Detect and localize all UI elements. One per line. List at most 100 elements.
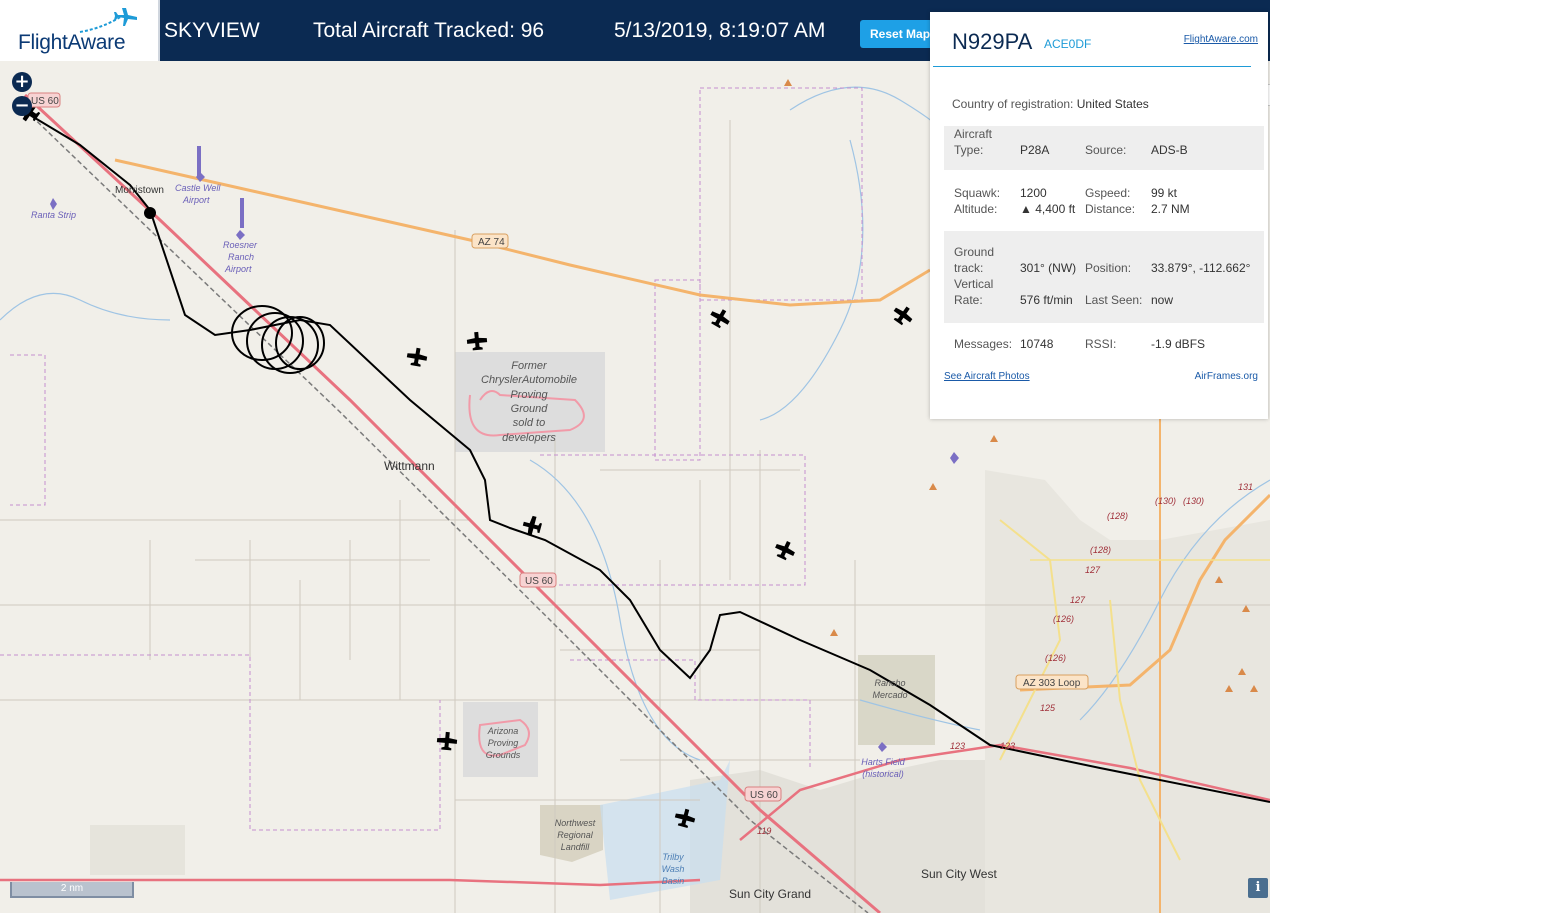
info-button[interactable]: i [1248, 878, 1268, 898]
aircraft-info-panel: N929PA ACE0DF FlightAware.com Country of… [930, 12, 1268, 419]
place-label: Sun City West [921, 867, 997, 881]
place-label: Rancho [874, 678, 905, 688]
route-number: 131 [1238, 482, 1253, 492]
aircraft-icon[interactable] [406, 346, 429, 367]
route-number: (126) [1045, 653, 1066, 663]
place-label: ChryslerAutomobile [481, 374, 577, 386]
position-value: 33.879°, -112.662° [1151, 261, 1251, 275]
squawk-label: Squawk: [954, 186, 1001, 200]
place-label: Arizona [487, 726, 519, 736]
aircraft-photos-link[interactable]: See Aircraft Photos [944, 371, 1030, 382]
place-label: developers [502, 432, 556, 444]
road-label: US 60 [750, 790, 778, 801]
vrate-value: 576 ft/min [1020, 293, 1073, 307]
place-label: Ground [511, 403, 549, 415]
hex-code: ACE0DF [1044, 37, 1092, 51]
distance-value: 2.7 NM [1151, 202, 1190, 216]
rssi-value: -1.9 dBFS [1151, 337, 1206, 351]
timestamp: 5/13/2019, 8:19:07 AM [614, 19, 826, 42]
west-urban-area [90, 825, 185, 875]
site-name: SKYVIEW [164, 19, 260, 42]
route-number: (128) [1090, 545, 1111, 555]
messages-section: Messages: 10748 RSSI: -1.9 dBFS [944, 330, 1264, 354]
road-label: US 60 [525, 576, 553, 587]
route-number: 123 [1000, 741, 1015, 751]
track-label-line1: Ground [954, 245, 995, 259]
place-label: Regional [557, 830, 594, 840]
country-row: Country of registration: United States [952, 97, 1149, 111]
aircraft-icon[interactable] [890, 302, 917, 328]
airplane-logo-icon [79, 8, 137, 33]
route-number: 119 [757, 826, 771, 836]
route-number: 125 [1040, 703, 1056, 713]
place-label: Morristown [115, 185, 164, 196]
lastseen-label: Last Seen: [1085, 293, 1143, 307]
aircraft-icon[interactable] [466, 331, 488, 351]
track-section: Ground track: 301° (NW) Position: 33.879… [944, 231, 1264, 323]
type-section: Aircraft Type: P28A Source: ADS-B [944, 126, 1264, 170]
route-number: 127 [1070, 595, 1086, 605]
zoom-in-button[interactable]: + [12, 72, 32, 92]
altitude-value: ▲ 4,400 ft [1020, 202, 1076, 216]
registration: N929PA [952, 29, 1033, 54]
aircraft-icon[interactable] [521, 514, 544, 538]
flightaware-logo[interactable]: FlightAware [0, 0, 160, 61]
zoom-out-button[interactable]: − [12, 96, 32, 116]
divider [933, 66, 1251, 67]
place-label: Harts Field [861, 757, 906, 767]
road-label: AZ 74 [478, 237, 505, 248]
aircraft-icon[interactable] [707, 305, 733, 331]
messages-label: Messages: [954, 337, 1013, 351]
blank-margin [1270, 0, 1548, 913]
place-label: Wash [662, 864, 685, 874]
gspeed-label: Gspeed: [1085, 186, 1131, 200]
place-label: Former [511, 360, 548, 372]
distance-label: Distance: [1085, 202, 1136, 216]
place-label: (historical) [862, 769, 904, 779]
logo-text: FlightAware [18, 31, 126, 54]
source-value: ADS-B [1151, 143, 1188, 157]
place-label: Wittmann [384, 459, 435, 473]
place-label: Proving [488, 738, 519, 748]
place-label: sold to [513, 417, 545, 429]
total-aircraft-count: Total Aircraft Tracked: 96 [313, 19, 545, 42]
airframes-link[interactable]: AirFrames.org [1195, 371, 1258, 382]
place-label: Trilby [662, 852, 684, 862]
messages-value: 10748 [1020, 337, 1054, 351]
place-label: Proving [510, 389, 548, 401]
altitude-label: Altitude: [954, 202, 998, 216]
place-label: Ranta Strip [31, 210, 76, 220]
vrate-label-line2: Rate: [954, 293, 983, 307]
place-label: Northwest [555, 818, 596, 828]
rssi-label: RSSI: [1085, 337, 1117, 351]
place-label: Grounds [486, 750, 521, 760]
vrate-label-line1: Vertical [954, 277, 994, 291]
squawk-section: Squawk: 1200 Gspeed: 99 kt Altitude: ▲ 4… [944, 180, 1264, 226]
road-label: US 60 [31, 96, 59, 107]
place-label: Ranch [228, 252, 254, 262]
place-label: Airport [182, 195, 210, 205]
track-origin-dot [144, 207, 156, 219]
place-label: Castle Well [175, 183, 221, 193]
place-label: Sun City Grand [729, 887, 811, 901]
track-label-line2: track: [954, 261, 984, 275]
rancho-area [858, 655, 935, 745]
place-label: Mercado [872, 690, 907, 700]
flightaware-link[interactable]: FlightAware.com [1184, 34, 1258, 45]
az74-road [114, 158, 931, 307]
country-label: Country of registration: [952, 97, 1074, 111]
place-label: Landfill [561, 842, 591, 852]
source-label: Source: [1085, 143, 1127, 157]
type-label-line2: Type: [954, 143, 984, 157]
type-value: P28A [1020, 143, 1050, 157]
route-number: (130) [1155, 496, 1176, 506]
route-number: 123 [950, 741, 965, 751]
country-value: United States [1076, 97, 1149, 111]
aircraft-icon[interactable] [772, 538, 798, 563]
lastseen-value: now [1151, 293, 1174, 307]
route-number: (126) [1053, 614, 1074, 624]
type-label-line1: Aircraft [954, 127, 993, 141]
squawk-value: 1200 [1020, 186, 1047, 200]
route-number: (128) [1107, 511, 1128, 521]
track-value: 301° (NW) [1020, 261, 1077, 275]
